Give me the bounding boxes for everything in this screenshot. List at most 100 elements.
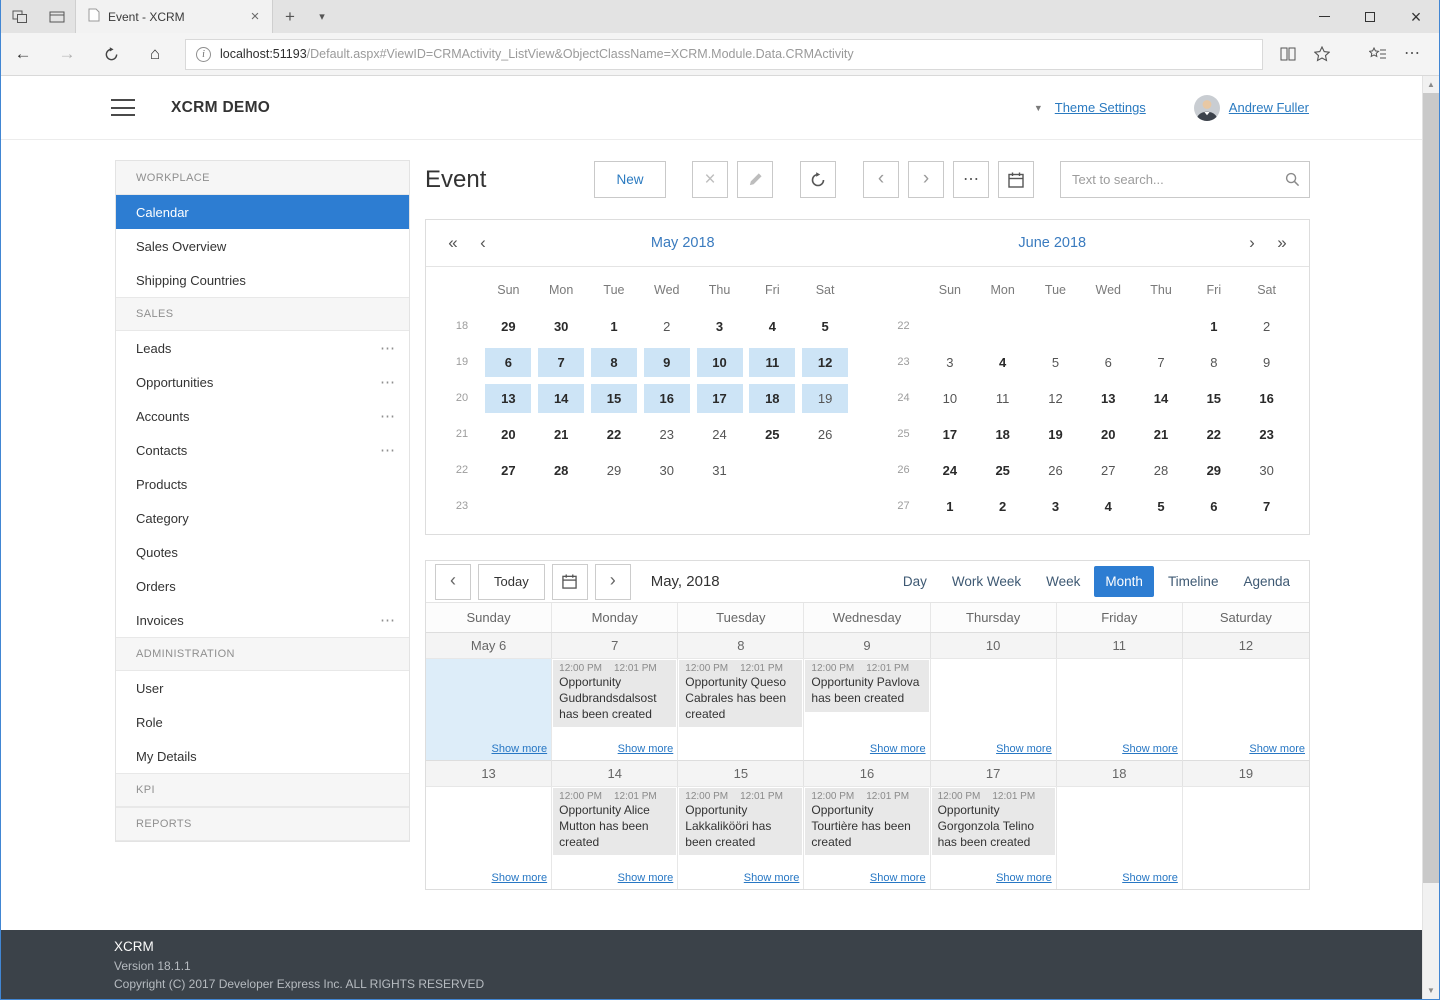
sidebar-item-category[interactable]: Category	[116, 501, 409, 535]
show-more-link[interactable]: Show more	[996, 872, 1052, 884]
calendar-day-cell[interactable]: 14	[1135, 380, 1188, 416]
calendar-day-cell[interactable]: 6	[1082, 344, 1135, 380]
sidebar-item-opportunities[interactable]: Opportunities⋯	[116, 365, 409, 399]
show-more-link[interactable]: Show more	[996, 743, 1052, 755]
view-week[interactable]: Week	[1035, 566, 1091, 597]
calendar-day-cell[interactable]: 22	[1187, 416, 1240, 452]
show-more-link[interactable]: Show more	[1249, 743, 1305, 755]
next-record-button[interactable]: ›	[908, 161, 944, 198]
calendar-day-cell[interactable]: 23	[1240, 416, 1293, 452]
appointment[interactable]: 12:00 PM12:01 PMOpportunity Gorgonzola T…	[932, 788, 1055, 855]
sidebar-item-invoices[interactable]: Invoices⋯	[116, 603, 409, 637]
calendar-view-button[interactable]	[998, 161, 1034, 198]
item-actions-icon[interactable]: ⋯	[380, 409, 395, 424]
tab-close-icon[interactable]: ×	[246, 8, 264, 25]
calendar-day-cell[interactable]: 10	[924, 380, 977, 416]
calendar-day-cell[interactable]: 8	[1187, 344, 1240, 380]
calendar-day-cell[interactable]: 7	[1240, 488, 1293, 524]
calendar-day-cell[interactable]: 29	[482, 308, 535, 344]
forward-icon[interactable]: →	[45, 33, 89, 76]
set-tabs-aside-icon[interactable]	[38, 0, 75, 33]
calendar-day-cell[interactable]: 21	[535, 416, 588, 452]
appointment[interactable]: 12:00 PM12:01 PMOpportunity Lakkalikööri…	[679, 788, 802, 855]
calendar-day-cell[interactable]: 13	[482, 380, 535, 416]
favorite-star-icon[interactable]	[1305, 37, 1339, 71]
calendar-day-cell[interactable]: 6	[1187, 488, 1240, 524]
browser-more-icon[interactable]: ⋯	[1395, 37, 1429, 71]
calendar-day-cell[interactable]: 19	[1029, 416, 1082, 452]
scheduler-day-cell[interactable]: Show more	[1183, 659, 1309, 761]
calendar-day-cell[interactable]: 17	[693, 380, 746, 416]
item-actions-icon[interactable]: ⋯	[380, 341, 395, 356]
scheduler-day-cell[interactable]: 12:00 PM12:01 PMOpportunity Gudbrandsdal…	[552, 659, 678, 761]
edit-button[interactable]	[737, 161, 773, 198]
menu-hamburger-icon[interactable]	[111, 99, 135, 116]
calendar-day-cell[interactable]: 12	[1029, 380, 1082, 416]
item-actions-icon[interactable]: ⋯	[380, 443, 395, 458]
calendar-day-cell[interactable]: 2	[640, 308, 693, 344]
tab-list-caret-icon[interactable]: ▾	[307, 0, 337, 33]
calendar-day-cell[interactable]: 16	[1240, 380, 1293, 416]
delete-button[interactable]: ×	[692, 161, 728, 198]
scheduler-day-cell[interactable]: 12:00 PM12:01 PMOpportunity Tourtière ha…	[804, 787, 930, 889]
calendar-day-cell[interactable]: 1	[924, 488, 977, 524]
calendar-day-cell[interactable]: 13	[1082, 380, 1135, 416]
calendar-day-cell[interactable]: 31	[693, 452, 746, 488]
range-prev-month-icon[interactable]: ‹	[468, 233, 498, 253]
calendar-day-cell[interactable]: 29	[588, 452, 641, 488]
new-tab-button[interactable]: +	[273, 0, 307, 33]
calendar-day-cell[interactable]: 6	[482, 344, 535, 380]
more-actions-button[interactable]: ⋯	[953, 161, 989, 198]
sidebar-item-my-details[interactable]: My Details	[116, 739, 409, 773]
calendar-day-cell[interactable]: 9	[1240, 344, 1293, 380]
calendar-day-cell[interactable]: 18	[746, 380, 799, 416]
calendar-day-cell[interactable]: 2	[1240, 308, 1293, 344]
view-work-week[interactable]: Work Week	[941, 566, 1032, 597]
calendar-day-cell[interactable]: 7	[1135, 344, 1188, 380]
calendar-day-cell[interactable]: 23	[640, 416, 693, 452]
window-close-button[interactable]: ×	[1393, 0, 1439, 33]
window-minimize-button[interactable]	[1301, 0, 1347, 33]
show-more-link[interactable]: Show more	[492, 872, 548, 884]
sidebar-item-role[interactable]: Role	[116, 705, 409, 739]
show-more-link[interactable]: Show more	[1122, 743, 1178, 755]
calendar-day-cell[interactable]: 4	[746, 308, 799, 344]
window-maximize-button[interactable]	[1347, 0, 1393, 33]
sidebar-item-products[interactable]: Products	[116, 467, 409, 501]
scheduler-day-cell[interactable]: Show more	[426, 659, 552, 761]
calendar-day-cell[interactable]: 26	[799, 416, 852, 452]
sidebar-item-calendar[interactable]: Calendar	[116, 195, 409, 229]
calendar-day-cell[interactable]: 20	[482, 416, 535, 452]
calendar-day-cell[interactable]: 20	[1082, 416, 1135, 452]
calendar-day-cell[interactable]: 16	[640, 380, 693, 416]
calendar-day-cell[interactable]: 17	[924, 416, 977, 452]
calendar-day-cell[interactable]: 29	[1187, 452, 1240, 488]
calendar-day-cell[interactable]: 1	[1187, 308, 1240, 344]
scheduler-date-picker-button[interactable]	[552, 564, 588, 600]
view-month[interactable]: Month	[1094, 566, 1154, 597]
range-next-year-icon[interactable]: »	[1267, 233, 1297, 253]
today-button[interactable]: Today	[478, 564, 545, 600]
browser-refresh-icon[interactable]	[89, 33, 133, 76]
refresh-button[interactable]	[800, 161, 836, 198]
prev-record-button[interactable]: ‹	[863, 161, 899, 198]
appointment[interactable]: 12:00 PM12:01 PMOpportunity Gudbrandsdal…	[553, 660, 676, 727]
range-prev-year-icon[interactable]: «	[438, 233, 468, 253]
show-more-link[interactable]: Show more	[870, 743, 926, 755]
item-actions-icon[interactable]: ⋯	[380, 613, 395, 628]
site-info-icon[interactable]: i	[196, 47, 211, 62]
user-avatar[interactable]	[1194, 95, 1220, 121]
calendar-day-cell[interactable]: 30	[640, 452, 693, 488]
show-more-link[interactable]: Show more	[1122, 872, 1178, 884]
calendar-day-cell[interactable]: 3	[693, 308, 746, 344]
calendar-day-cell[interactable]: 11	[746, 344, 799, 380]
calendar-day-cell[interactable]: 19	[799, 380, 852, 416]
show-more-link[interactable]: Show more	[870, 872, 926, 884]
sidebar-item-accounts[interactable]: Accounts⋯	[116, 399, 409, 433]
calendar-day-cell[interactable]: 27	[1082, 452, 1135, 488]
calendar-day-cell[interactable]: 24	[693, 416, 746, 452]
calendar-day-cell[interactable]: 25	[976, 452, 1029, 488]
calendar-day-cell[interactable]: 22	[588, 416, 641, 452]
scheduler-day-cell[interactable]: 12:00 PM12:01 PMOpportunity Pavlova has …	[804, 659, 930, 761]
appointment[interactable]: 12:00 PM12:01 PMOpportunity Alice Mutton…	[553, 788, 676, 855]
